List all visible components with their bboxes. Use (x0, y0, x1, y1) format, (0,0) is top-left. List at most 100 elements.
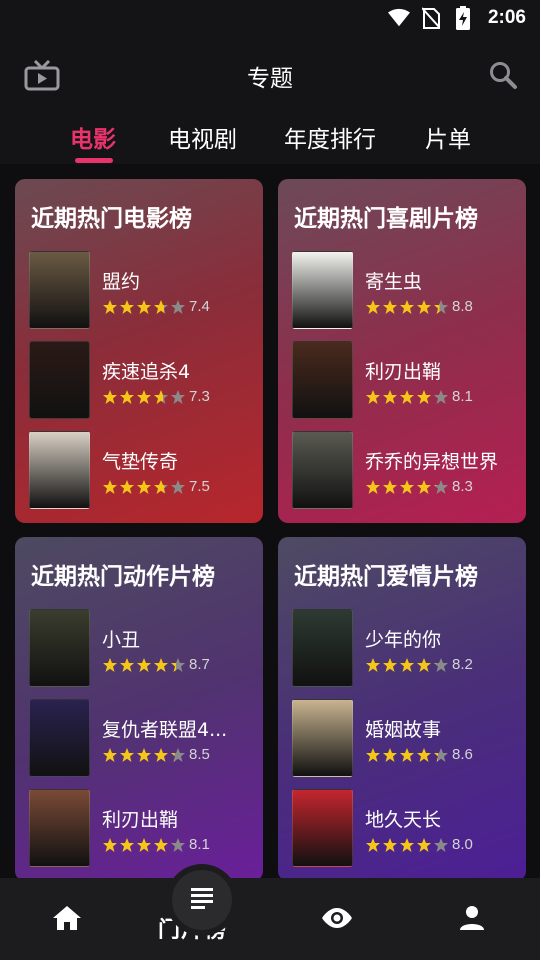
person-icon[interactable] (452, 898, 492, 938)
star-icon (417, 390, 431, 404)
rating-score: 8.1 (452, 388, 473, 405)
status-bar: 2:06 (0, 0, 540, 36)
ranking-card[interactable]: 近期热门动作片榜 小丑 8.7 复仇者联盟4... 8.5 利刃出鞘 8.1 (15, 537, 263, 878)
star-rating (102, 479, 186, 495)
home-icon[interactable] (47, 898, 87, 938)
rating-score: 8.7 (189, 656, 210, 673)
movie-item[interactable]: 利刃出鞘 8.1 (292, 341, 517, 421)
movie-poster[interactable] (292, 789, 353, 867)
movie-title: 地久天长 (365, 809, 442, 831)
star-icon (103, 658, 117, 672)
movie-title: 复仇者联盟4... (102, 719, 228, 741)
star-icon (137, 480, 151, 494)
movie-item[interactable]: 乔乔的异想世界 8.3 (292, 431, 517, 511)
star-icon (400, 390, 414, 404)
rating-score: 7.3 (189, 388, 210, 405)
app-bar: 专题 (0, 46, 540, 106)
star-icon (120, 658, 134, 672)
star-rating (102, 657, 186, 673)
star-icon (400, 300, 414, 314)
star-icon (366, 838, 380, 852)
star-icon (154, 480, 168, 494)
movie-item[interactable]: 地久天长 8.0 (292, 789, 517, 869)
movie-item[interactable]: 利刃出鞘 8.1 (29, 789, 254, 869)
battery-charging-icon (452, 6, 474, 30)
rating-score: 8.1 (189, 836, 210, 853)
star-icon (366, 658, 380, 672)
star-icon (383, 658, 397, 672)
search-icon[interactable] (488, 60, 518, 90)
movie-poster[interactable] (292, 251, 353, 329)
star-rating (102, 837, 186, 853)
tab-playlists[interactable]: 片单 (425, 120, 471, 154)
rating-score: 8.0 (452, 836, 473, 853)
star-icon (154, 390, 168, 404)
star-icon (137, 838, 151, 852)
status-time: 2:06 (487, 7, 526, 28)
rating-score: 8.2 (452, 656, 473, 673)
tab-movies[interactable]: 电影 (70, 120, 116, 154)
star-icon (434, 300, 448, 314)
page-title: 专题 (247, 66, 293, 92)
movie-item[interactable]: 复仇者联盟4... 8.5 (29, 699, 254, 779)
movie-poster[interactable] (292, 609, 353, 687)
movie-item[interactable]: 少年的你 8.2 (292, 609, 517, 689)
star-icon (154, 838, 168, 852)
card-title: 近期热门爱情片榜 (294, 564, 478, 590)
star-icon (417, 300, 431, 314)
rating-score: 7.4 (189, 298, 210, 315)
star-icon (137, 300, 151, 314)
star-rating (102, 299, 186, 315)
star-icon (417, 748, 431, 762)
movie-item[interactable]: 气垫传奇 7.5 (29, 431, 254, 511)
movie-poster[interactable] (292, 341, 353, 419)
star-icon (120, 390, 134, 404)
list-icon (189, 885, 215, 915)
movie-title: 气垫传奇 (102, 451, 179, 473)
star-rating (102, 389, 186, 405)
ranking-grid: 近期热门电影榜 盟约 7.4 疾速追杀4 7.3 气垫传奇 7.5 近期热门喜剧片榜 寄生虫 8.… (0, 164, 540, 878)
movie-poster[interactable] (29, 341, 90, 419)
tab-tv-series[interactable]: 电视剧 (168, 120, 237, 154)
movie-item[interactable]: 婚姻故事 8.6 (292, 699, 517, 779)
movie-poster[interactable] (29, 789, 90, 867)
star-rating (365, 837, 449, 853)
movie-item[interactable]: 疾速追杀4 7.3 (29, 341, 254, 421)
star-icon (171, 838, 185, 852)
star-icon (434, 390, 448, 404)
movie-item[interactable]: 寄生虫 8.8 (292, 251, 517, 331)
ranking-card[interactable]: 近期热门爱情片榜少年的你 8.2 婚姻故事 8.6 地久天长 8.0 (278, 537, 526, 878)
movie-poster[interactable] (29, 699, 90, 777)
star-icon (137, 658, 151, 672)
star-icon (383, 390, 397, 404)
star-icon (171, 658, 185, 672)
star-icon (120, 480, 134, 494)
tv-icon[interactable] (24, 59, 60, 92)
movie-title: 疾速追杀4 (102, 361, 191, 383)
movie-item[interactable]: 小丑 8.7 (29, 609, 254, 689)
list-button[interactable] (172, 870, 232, 930)
ranking-card[interactable]: 近期热门喜剧片榜 寄生虫 8.8 利刃出鞘 8.1 乔乔的异想世界 8.3 (278, 179, 526, 523)
movie-title: 婚姻故事 (365, 719, 442, 741)
ranking-card[interactable]: 近期热门电影榜 盟约 7.4 疾速追杀4 7.3 气垫传奇 7.5 (15, 179, 263, 523)
star-icon (137, 748, 151, 762)
movie-title: 寄生虫 (365, 271, 423, 293)
star-icon (383, 300, 397, 314)
movie-poster[interactable] (29, 609, 90, 687)
eye-icon[interactable] (317, 898, 357, 938)
movie-poster[interactable] (292, 699, 353, 777)
star-rating (365, 747, 449, 763)
star-icon (137, 390, 151, 404)
star-icon (366, 480, 380, 494)
tab-annual-ranking[interactable]: 年度排行 (284, 120, 376, 154)
star-icon (366, 748, 380, 762)
movie-poster[interactable] (29, 431, 90, 509)
star-icon (400, 658, 414, 672)
rating-score: 8.3 (452, 478, 473, 495)
movie-poster[interactable] (292, 431, 353, 509)
movie-poster[interactable] (29, 251, 90, 329)
star-icon (154, 300, 168, 314)
star-icon (171, 390, 185, 404)
movie-item[interactable]: 盟约 7.4 (29, 251, 254, 331)
star-icon (383, 480, 397, 494)
